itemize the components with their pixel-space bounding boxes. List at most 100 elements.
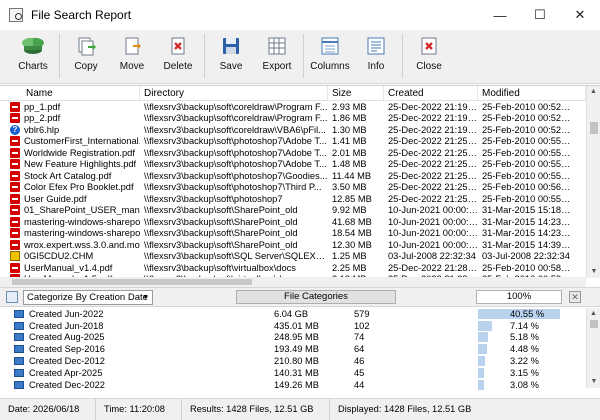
list-item[interactable]: Created Dec-2012 210.80 MB 46 3.22 % bbox=[0, 355, 600, 367]
table-row[interactable]: mastering-windows-sharepo... \\flexsrv3\b… bbox=[0, 216, 600, 228]
table-row[interactable]: Color Efex Pro Booklet.pdf \\flexsrv3\bac… bbox=[0, 182, 600, 194]
cell-name: New Feature Highlights.pdf bbox=[0, 159, 140, 170]
category-percent: 7.14 % bbox=[478, 320, 570, 331]
table-row[interactable]: pp_1.pdf \\flexsrv3\backup\soft\coreldraw… bbox=[0, 101, 600, 113]
table-row[interactable]: 01_SharePoint_USER_manual... \\flexsrv3\b… bbox=[0, 205, 600, 217]
cell-size: 9.92 MB bbox=[332, 205, 367, 216]
cell-modified: 25-Feb-2010 00:56:19 bbox=[482, 182, 572, 193]
scroll-up-arrow-icon[interactable]: ▲ bbox=[587, 308, 600, 320]
list-item[interactable]: Created Jun-2022 6.04 GB 579 40.55 % bbox=[0, 308, 600, 320]
list-item[interactable]: Created Apr-2025 140.31 MB 45 3.15 % bbox=[0, 367, 600, 379]
delete-button[interactable]: Delete bbox=[155, 30, 201, 80]
category-files: 45 bbox=[354, 367, 365, 378]
column-header-name[interactable]: Name bbox=[0, 86, 140, 100]
scroll-thumb[interactable] bbox=[590, 122, 598, 134]
close-icon bbox=[421, 37, 437, 55]
scroll-thumb[interactable] bbox=[590, 320, 598, 328]
table-row[interactable]: UserManual_v1.4.pdf \\flexsrv3\backup\sof… bbox=[0, 262, 600, 274]
scroll-down-arrow-icon[interactable]: ▼ bbox=[587, 376, 600, 388]
category-files: 64 bbox=[354, 344, 365, 355]
column-header-directory[interactable]: Directory bbox=[140, 86, 328, 100]
grid-horizontal-scrollbar[interactable] bbox=[0, 277, 586, 287]
column-header-modified[interactable]: Modified bbox=[478, 86, 586, 100]
cell-directory: \\flexsrv3\backup\soft\SharePoint_old bbox=[144, 228, 298, 239]
cell-directory: \\flexsrv3\backup\soft\SQL Server\SQLEXP… bbox=[144, 251, 328, 262]
category-percent-bar bbox=[478, 356, 485, 367]
save-button[interactable]: Save bbox=[208, 30, 254, 80]
category-name-cell: Created Aug-2025 bbox=[0, 332, 270, 342]
table-row[interactable]: New Feature Highlights.pdf \\flexsrv3\bac… bbox=[0, 159, 600, 171]
column-header-size[interactable]: Size bbox=[328, 86, 384, 100]
list-item[interactable]: Created Jun-2018 435.01 MB 102 7.14 % bbox=[0, 320, 600, 332]
move-button[interactable]: Move bbox=[109, 30, 155, 80]
pdf-file-icon bbox=[10, 136, 20, 147]
window-title: File Search Report bbox=[31, 8, 132, 22]
scroll-down-arrow-icon[interactable]: ▼ bbox=[587, 266, 600, 278]
file-name: 01_SharePoint_USER_manual... bbox=[24, 205, 140, 216]
list-item[interactable]: Created Sep-2016 193.49 MB 64 4.48 % bbox=[0, 343, 600, 355]
cell-size: 12.85 MB bbox=[332, 193, 372, 204]
grid-vertical-scrollbar[interactable]: ▲ ▼ bbox=[586, 86, 600, 278]
cell-modified: 31-Mar-2015 14:39:53 bbox=[482, 239, 572, 250]
cell-name: UserManual_v1.4.pdf bbox=[0, 262, 140, 273]
info-button[interactable]: Info bbox=[353, 30, 399, 80]
cell-created: 25-Dec-2022 21:25:48 bbox=[388, 182, 478, 193]
table-row[interactable]: Stock Art Catalog.pdf \\flexsrv3\backup\s… bbox=[0, 170, 600, 182]
cell-created: 10-Jun-2021 00:00:00 bbox=[388, 205, 478, 216]
table-row[interactable]: wrox.expert.wss.3.0.and.mos... \\flexsrv3… bbox=[0, 239, 600, 251]
charts-button[interactable]: Charts bbox=[10, 30, 56, 80]
cell-size: 1.48 MB bbox=[332, 159, 367, 170]
file-name: Color Efex Pro Booklet.pdf bbox=[24, 182, 134, 193]
status-bar: Date: 2026/06/18 Time: 11:20:08 Results:… bbox=[0, 398, 600, 420]
category-chart-icon[interactable] bbox=[6, 291, 18, 303]
cell-size: 1.86 MB bbox=[332, 113, 367, 124]
pdf-file-icon bbox=[10, 262, 20, 273]
category-percent-value: 3.15 % bbox=[510, 367, 539, 378]
minimize-button[interactable]: — bbox=[480, 0, 520, 30]
categorize-select[interactable]: Categorize By Creation Date ▼ bbox=[23, 289, 153, 305]
delete-label: Delete bbox=[163, 61, 193, 72]
table-row[interactable]: User Guide.pdf \\flexsrv3\backup\soft\pho… bbox=[0, 193, 600, 205]
pdf-file-icon bbox=[10, 170, 20, 181]
cell-modified: 03-Jul-2008 22:32:34 bbox=[482, 251, 570, 262]
columns-button[interactable]: Columns bbox=[307, 30, 353, 80]
category-list-body: Created Jun-2022 6.04 GB 579 40.55 % Created… bbox=[0, 308, 600, 391]
zoom-level[interactable]: 100% bbox=[476, 290, 562, 304]
list-item[interactable]: Created Dec-2022 149.26 MB 44 3.08 % bbox=[0, 379, 600, 391]
scroll-up-arrow-icon[interactable]: ▲ bbox=[587, 86, 600, 98]
cell-modified: 25-Feb-2010 00:52:21 bbox=[482, 124, 572, 135]
category-name-cell: Created Jun-2022 bbox=[0, 309, 270, 319]
table-row[interactable]: mastering-windows-sharepo... \\flexsrv3\b… bbox=[0, 228, 600, 240]
category-name: Created Apr-2025 bbox=[29, 367, 103, 378]
column-header-created[interactable]: Created bbox=[384, 86, 478, 100]
toolbar-separator bbox=[402, 34, 403, 78]
maximize-button[interactable]: ☐ bbox=[520, 0, 560, 30]
category-size: 248.95 MB bbox=[274, 332, 319, 343]
category-percent-value: 4.48 % bbox=[510, 344, 539, 355]
file-categories-button[interactable]: File Categories bbox=[236, 290, 396, 304]
file-name: pp_1.pdf bbox=[24, 101, 61, 112]
table-row[interactable]: Worldwide Registration.pdf \\flexsrv3\bac… bbox=[0, 147, 600, 159]
category-percent-bar bbox=[478, 367, 485, 378]
cell-directory: \\flexsrv3\backup\soft\photoshop7\Adobe … bbox=[144, 159, 327, 170]
close-window-button[interactable]: ✕ bbox=[560, 0, 600, 30]
chm-file-icon bbox=[10, 251, 20, 262]
cell-size: 1.25 MB bbox=[332, 251, 367, 262]
category-vertical-scrollbar[interactable]: ▲ ▼ bbox=[586, 308, 600, 388]
table-row[interactable]: pp_2.pdf \\flexsrv3\backup\soft\coreldraw… bbox=[0, 113, 600, 125]
cell-directory: \\flexsrv3\backup\soft\virtualbox\docs bbox=[144, 262, 296, 273]
export-icon bbox=[268, 37, 286, 55]
list-item[interactable]: Created Aug-2025 248.95 MB 74 5.18 % bbox=[0, 332, 600, 344]
category-percent: 3.22 % bbox=[478, 356, 570, 367]
table-row[interactable]: CustomerFirst_International.... \\flexsrv… bbox=[0, 136, 600, 148]
horizontal-scroll-thumb[interactable] bbox=[12, 279, 252, 285]
close-button[interactable]: Close bbox=[406, 30, 452, 80]
category-size: 149.26 MB bbox=[274, 379, 319, 390]
cell-name: 0GI5CDU2.CHM bbox=[0, 251, 140, 262]
close-panel-icon[interactable]: ✕ bbox=[569, 291, 581, 303]
category-percent: 4.48 % bbox=[478, 344, 570, 355]
export-button[interactable]: Export bbox=[254, 30, 300, 80]
copy-button[interactable]: Copy bbox=[63, 30, 109, 80]
table-row[interactable]: ? vblr6.hlp \\flexsrv3\backup\soft\coreldr… bbox=[0, 124, 600, 136]
table-row[interactable]: 0GI5CDU2.CHM \\flexsrv3\backup\soft\SQL S… bbox=[0, 251, 600, 263]
